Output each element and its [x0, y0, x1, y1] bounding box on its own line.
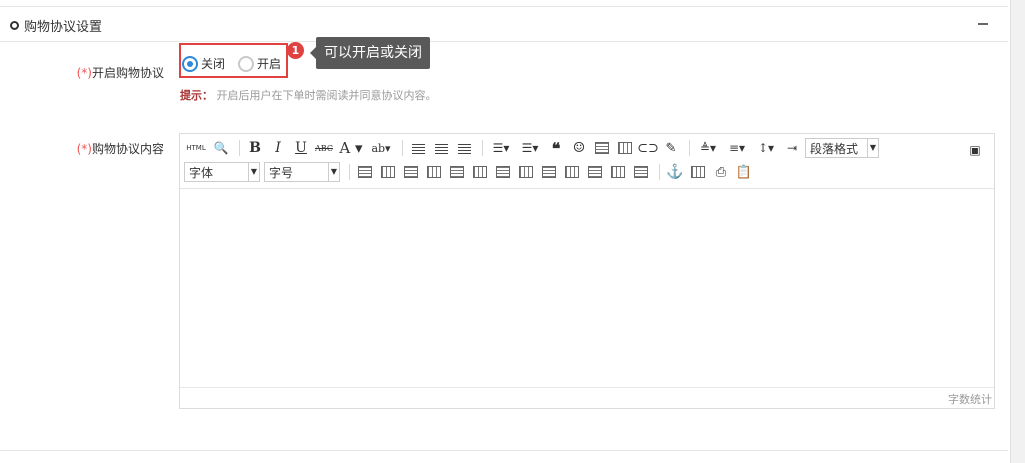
chevron-down-icon: ▼ [867, 139, 878, 157]
template-icon[interactable] [688, 162, 708, 182]
underline-icon[interactable]: U [291, 138, 311, 158]
paragraph-spacing-top-icon[interactable]: ≜▾ [695, 138, 721, 158]
required-mark: (*) [76, 142, 92, 156]
editor-content-area[interactable] [180, 189, 994, 389]
paragraph-spacing-bottom-icon[interactable]: ≡▾ [724, 138, 750, 158]
bold-icon[interactable]: B [245, 138, 265, 158]
panel-header: 购物协议设置 [0, 7, 1008, 42]
hint-label: 提示： [180, 89, 213, 102]
background-color-icon[interactable]: ab▾ [368, 138, 394, 158]
content-label-wrap: (*)购物协议内容 [24, 140, 164, 157]
font-family-value: 字体 [189, 165, 214, 180]
separator [482, 140, 483, 156]
bottom-divider [0, 450, 1008, 451]
split-cells-icon[interactable] [493, 162, 513, 182]
caption-icon[interactable] [401, 162, 421, 182]
enable-label-wrap: (*)开启购物协议 [24, 64, 164, 81]
radio-close-label: 关闭 [201, 57, 226, 71]
table-full-icon[interactable] [631, 162, 651, 182]
panel-title: 购物协议设置 [24, 20, 103, 35]
font-size-value: 字号 [269, 165, 294, 180]
table-center-icon[interactable] [585, 162, 605, 182]
radio-close[interactable]: 关闭 [182, 55, 225, 72]
ordered-list-icon[interactable]: ☰▾ [488, 138, 514, 158]
word-count: 字数统计 [948, 393, 992, 406]
hint-text: 开启后用户在下单时需阅读并同意协议内容。 [216, 89, 437, 102]
chevron-down-icon: ▼ [328, 163, 339, 181]
source-html-button[interactable]: HTML [184, 138, 208, 158]
table-left-icon[interactable] [562, 162, 582, 182]
radio-open[interactable]: 开启 [238, 55, 281, 72]
unordered-list-icon[interactable]: ☰▾ [517, 138, 543, 158]
radio-open-label: 开启 [257, 57, 282, 71]
radio-checked-icon [182, 55, 198, 72]
print-icon[interactable]: ⎙ [711, 162, 731, 182]
blockquote-icon[interactable]: ❝ [546, 138, 566, 158]
hint: 提示： 开启后用户在下单时需阅读并同意协议内容。 [180, 87, 437, 103]
toolbar-row-2: 字体 ▼ 字号 ▼ ⚓ ⎙ 📋 [184, 161, 757, 183]
emoticon-icon[interactable]: ☺ [569, 138, 589, 158]
table-right-icon[interactable] [608, 162, 628, 182]
separator [689, 140, 690, 156]
toolbar-row-1: HTML 🔍 B I U ABC A ▾ ab▾ ☰▾ ☰▾ ❝ ☺ ⊂⊃ ✎ … [184, 137, 883, 159]
chevron-down-icon: ▼ [248, 163, 259, 181]
italic-icon[interactable]: I [268, 138, 288, 158]
strikethrough-icon[interactable]: ABC [314, 138, 334, 158]
content-label: 购物协议内容 [91, 142, 164, 156]
insert-table-icon[interactable] [355, 162, 375, 182]
font-color-icon[interactable]: A ▾ [337, 138, 365, 158]
collapse-icon[interactable] [978, 14, 990, 28]
required-mark: (*) [76, 66, 92, 80]
image-icon[interactable] [592, 138, 612, 158]
editor-footer: 字数统计 [180, 387, 994, 408]
paste-icon[interactable]: 📋 [734, 162, 754, 182]
circle-icon [10, 21, 19, 30]
scrollbar[interactable] [1010, 0, 1025, 463]
align-center-icon[interactable] [431, 138, 451, 158]
link-icon[interactable]: ⊂⊃ [637, 138, 659, 158]
insert-col-icon[interactable] [447, 162, 467, 182]
eraser-icon[interactable]: ✎ [661, 138, 681, 158]
delete-col-icon[interactable] [539, 162, 559, 182]
editor-toolbar: HTML 🔍 B I U ABC A ▾ ab▾ ☰▾ ☰▾ ❝ ☺ ⊂⊃ ✎ … [180, 134, 994, 189]
paragraph-format-value: 段落格式 [810, 141, 859, 156]
separator [659, 164, 660, 180]
font-size-select[interactable]: 字号 ▼ [264, 162, 340, 182]
insert-row-icon[interactable] [424, 162, 444, 182]
find-replace-icon[interactable]: 🔍 [211, 138, 231, 158]
radio-unchecked-icon [238, 55, 254, 72]
step-badge: 1 [287, 42, 304, 59]
anchor-icon[interactable]: ⚓ [665, 162, 685, 182]
align-right-icon[interactable] [454, 138, 474, 158]
delete-row-icon[interactable] [516, 162, 536, 182]
paragraph-format-select[interactable]: 段落格式 ▼ [805, 138, 879, 158]
enable-label: 开启购物协议 [91, 66, 164, 80]
rich-text-editor: HTML 🔍 B I U ABC A ▾ ab▾ ☰▾ ☰▾ ❝ ☺ ⊂⊃ ✎ … [179, 133, 995, 409]
font-family-select[interactable]: 字体 ▼ [184, 162, 260, 182]
panel-title-wrap: 购物协议设置 [10, 16, 102, 35]
video-icon[interactable] [615, 138, 635, 158]
tooltip: 可以开启或关闭 [310, 37, 430, 69]
separator [402, 140, 403, 156]
fullscreen-icon[interactable]: ▣ [965, 140, 985, 160]
table-props-icon[interactable] [378, 162, 398, 182]
separator [239, 140, 240, 156]
line-height-icon[interactable]: ↕▾ [753, 138, 779, 158]
merge-cells-icon[interactable] [470, 162, 490, 182]
separator [349, 164, 350, 180]
indent-icon[interactable]: ⇥ [782, 138, 802, 158]
align-left-icon[interactable] [408, 138, 428, 158]
